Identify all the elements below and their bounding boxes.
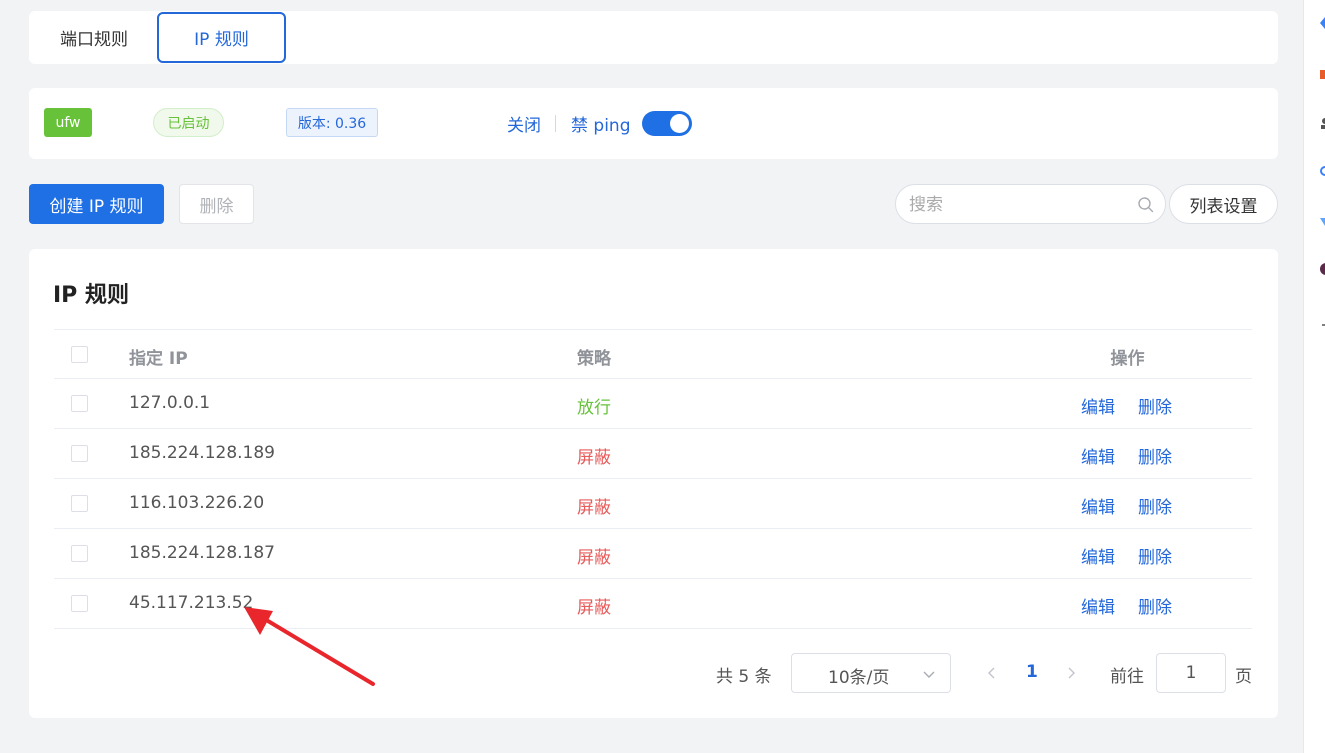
chevron-left-icon[interactable]	[984, 663, 998, 683]
firewall-status-bar: ufw 已启动 版本: 0.36 关闭 禁 ping	[29, 88, 1278, 159]
row-policy: 屏蔽	[577, 548, 611, 568]
table-row: 116.103.226.20 屏蔽 编辑 删除	[54, 479, 1252, 529]
toggle-knob	[670, 114, 689, 133]
ip-rules-table: 指定 IP 策略 操作 127.0.0.1 放行 编辑 删除 185.224.1…	[54, 329, 1252, 629]
goto-label: 前往	[1110, 667, 1144, 687]
table-row: 45.117.213.52 屏蔽 编辑 删除	[54, 579, 1252, 629]
delete-link[interactable]: 删除	[1138, 493, 1172, 518]
column-header-ip: 指定 IP	[129, 349, 188, 369]
ip-rules-card: IP 规则 指定 IP 策略 操作 127.0.0.1 放行 编辑 删除 185…	[29, 249, 1278, 718]
disable-ping-toggle[interactable]	[642, 111, 692, 136]
edit-link[interactable]: 编辑	[1081, 593, 1115, 618]
disable-ping-link[interactable]: 禁 ping	[571, 111, 630, 136]
status-badge: 已启动	[153, 108, 224, 137]
list-settings-button[interactable]: 列表设置	[1169, 184, 1278, 224]
row-ip: 185.224.128.189	[129, 443, 276, 463]
search-box	[895, 184, 1166, 224]
select-all-checkbox[interactable]	[71, 346, 88, 363]
row-ip: 45.117.213.52	[129, 593, 254, 613]
page-number[interactable]: 1	[1026, 662, 1038, 682]
page-unit-label: 页	[1235, 667, 1252, 687]
edit-link[interactable]: 编辑	[1081, 393, 1115, 418]
delete-link[interactable]: 删除	[1138, 593, 1172, 618]
row-checkbox[interactable]	[71, 595, 88, 612]
tab-port-rules[interactable]: 端口规则	[39, 13, 149, 62]
table-row: 185.224.128.187 屏蔽 编辑 删除	[54, 529, 1252, 579]
row-ip: 127.0.0.1	[129, 393, 211, 413]
row-checkbox[interactable]	[71, 445, 88, 462]
row-policy: 屏蔽	[577, 598, 611, 618]
delete-link[interactable]: 删除	[1138, 543, 1172, 568]
gift-icon[interactable]	[1319, 66, 1325, 80]
row-policy: 放行	[577, 398, 611, 418]
row-checkbox[interactable]	[71, 495, 88, 512]
row-checkbox[interactable]	[71, 545, 88, 562]
edit-link[interactable]: 编辑	[1081, 493, 1115, 518]
divider	[555, 115, 556, 132]
edit-link[interactable]: 编辑	[1081, 543, 1115, 568]
diamond-icon[interactable]	[1319, 16, 1325, 30]
user-icon[interactable]	[1319, 116, 1325, 130]
page-size-select[interactable]: 10条/页	[791, 653, 951, 693]
edit-link[interactable]: 编辑	[1081, 443, 1115, 468]
column-header-policy: 策略	[577, 349, 611, 369]
table-row: 185.224.128.189 屏蔽 编辑 删除	[54, 429, 1252, 479]
heart-icon[interactable]	[1319, 214, 1325, 228]
delete-link[interactable]: 删除	[1138, 443, 1172, 468]
goto-page-input[interactable]	[1156, 653, 1226, 693]
search-icon[interactable]	[1137, 196, 1155, 214]
chevron-down-icon	[923, 671, 935, 678]
firewall-tag: ufw	[44, 108, 92, 137]
column-header-ops: 操作	[1110, 349, 1145, 369]
row-policy: 屏蔽	[577, 498, 611, 518]
chevron-right-icon[interactable]	[1065, 663, 1079, 683]
create-ip-rule-button[interactable]: 创建 IP 规则	[29, 184, 164, 224]
annotation-arrow-icon	[244, 607, 375, 686]
row-ip: 185.224.128.187	[129, 543, 276, 563]
version-badge: 版本: 0.36	[286, 108, 378, 137]
rule-tabs: 端口规则 IP 规则	[29, 11, 1278, 64]
row-policy: 屏蔽	[577, 448, 611, 468]
minus-icon[interactable]	[1319, 318, 1325, 332]
gear-icon[interactable]	[1319, 164, 1325, 178]
delete-button[interactable]: 删除	[179, 184, 254, 224]
tab-ip-rules[interactable]: IP 规则	[157, 12, 286, 63]
avatar-icon[interactable]	[1319, 262, 1325, 276]
table-title: IP 规则	[53, 283, 129, 308]
close-firewall-link[interactable]: 关闭	[507, 111, 541, 136]
table-header: 指定 IP 策略 操作	[54, 330, 1252, 379]
search-input[interactable]	[909, 193, 1129, 217]
row-checkbox[interactable]	[71, 395, 88, 412]
total-count: 共 5 条	[716, 667, 772, 687]
row-ip: 116.103.226.20	[129, 493, 265, 513]
table-row: 127.0.0.1 放行 编辑 删除	[54, 379, 1252, 429]
page-size-value: 10条/页	[828, 668, 890, 688]
right-sidebar	[1303, 0, 1325, 753]
delete-link[interactable]: 删除	[1138, 393, 1172, 418]
